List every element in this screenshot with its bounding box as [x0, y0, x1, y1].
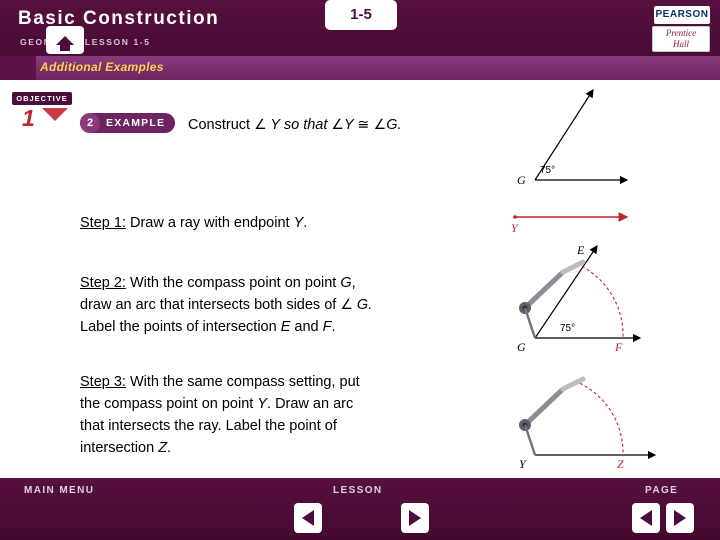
step-3-line-1: Step 3: With the same compass setting, p… [80, 371, 360, 393]
chevron-right-icon [409, 510, 421, 526]
step-1-body-a: Draw a ray with endpoint [125, 215, 294, 231]
angle-symbol-icon-3: ∠ [369, 117, 387, 133]
slide-footer: MAIN MENU LESSON PAGE [0, 478, 720, 540]
step-2-line-2: draw an arc that intersects both sides o… [80, 294, 372, 316]
chevron-right-icon-2 [674, 510, 686, 526]
angle-symbol-icon-4: ∠ [340, 297, 353, 313]
figure1-measure: 75° [540, 165, 555, 176]
objective-triangle-icon [42, 108, 68, 121]
step-3-text: Step 3: With the same compass setting, p… [80, 371, 360, 459]
lesson-label: LESSON [333, 485, 383, 496]
main-menu-label: MAIN MENU [24, 485, 95, 496]
figure3-point-e: E [576, 243, 585, 257]
step-2-and: and [290, 319, 323, 335]
figure-angle-g: G 75° [505, 84, 705, 194]
step-2-text: Step 2: With the compass point on point … [80, 272, 372, 338]
prompt-g: G. [386, 117, 402, 133]
step-2-body-2: draw an arc that intersects both sides o… [80, 297, 341, 313]
step-2-line-3: Label the points of intersection E and F… [80, 316, 372, 338]
objective-number: 1 [22, 105, 35, 131]
step-3-body-4: intersection [80, 440, 159, 456]
additional-examples-banner: Additional Examples [0, 56, 720, 80]
lesson-previous-button[interactable] [294, 503, 322, 533]
figure1-vertex-label: G [517, 173, 526, 187]
figure4-point-z: Z [617, 457, 624, 471]
objective-label: OBJECTIVE [12, 92, 72, 105]
step-3-line-4: intersection Z. [80, 437, 360, 459]
angle-symbol-icon-1: ∠ [254, 117, 267, 133]
home-icon [56, 35, 74, 51]
step-1-label: Step 1: [80, 215, 126, 231]
prentice-hall-logo: Prentice Hall [652, 26, 710, 52]
angle-symbol-icon-2: ∠ [331, 117, 344, 133]
congruent-symbol-icon: ≅ [357, 117, 370, 133]
step-3-point-y: Y [257, 396, 268, 412]
lesson-subtitle: GEOMETRY LESSON 1-5 [20, 37, 151, 47]
lesson-next-button[interactable] [401, 503, 429, 533]
step-1-body-c: . [303, 215, 308, 231]
step-2-point-f: F [322, 319, 332, 335]
figure2-endpoint-label: Y [511, 221, 519, 235]
step-3-body-4-end: . [167, 440, 172, 456]
prentice-hall-line1: Prentice [665, 28, 697, 38]
lesson-number-display[interactable]: 1-5 [325, 0, 397, 30]
prentice-hall-line2: Hall [672, 39, 689, 49]
prompt-pre: Construct [188, 117, 255, 133]
compass-icon-2 [519, 376, 586, 456]
figure3-measure: 75° [560, 323, 575, 334]
page-label: PAGE [645, 485, 679, 496]
page-previous-button[interactable] [632, 503, 660, 533]
chevron-left-icon [302, 510, 314, 526]
step-2-body-3: Label the points of intersection [80, 319, 281, 335]
step-2-label: Step 2: [80, 275, 126, 291]
step-2-body-1-end: , [351, 275, 356, 291]
step-3-body-2-end: . Draw an arc [267, 396, 354, 412]
figure-compass-on-y: Y Z [505, 355, 715, 473]
example-number: 2 [80, 113, 100, 133]
page-next-button[interactable] [666, 503, 694, 533]
step-2-point-e: E [280, 319, 291, 335]
step-2-angle-g: G. [352, 297, 373, 313]
step-3-body-1: With the same compass setting, put [125, 374, 360, 390]
pearson-logo: PEARSON [654, 6, 710, 24]
banner-label: Additional Examples [40, 60, 164, 74]
step-3-label: Step 3: [80, 374, 126, 390]
figure4-vertex-label: Y [519, 457, 527, 471]
figure3-point-f: F [614, 340, 623, 354]
objective-badge: OBJECTIVE 1 [12, 92, 84, 134]
figure3-vertex-label: G [517, 340, 526, 354]
example-tag: 2 EXAMPLE [80, 113, 176, 133]
step-3-line-2: the compass point on point Y. Draw an ar… [80, 393, 360, 415]
step-3-body-2: the compass point on point [80, 396, 258, 412]
banner-left-strip [0, 56, 36, 80]
step-2-body-1: With the compass point on point [125, 275, 341, 291]
step-1-point-y: Y [293, 215, 304, 231]
chevron-left-icon-2 [640, 510, 652, 526]
prompt-y2: Y [343, 117, 358, 133]
example-word: EXAMPLE [106, 117, 166, 129]
prompt-y1: Y so that [266, 117, 332, 133]
step-1-text: Step 1: Draw a ray with endpoint Y. [80, 212, 307, 234]
slide: Basic Construction GEOMETRY LESSON 1-5 P… [0, 0, 720, 540]
main-menu-button[interactable] [46, 26, 84, 54]
step-3-body-3: that intersects the ray. Label the point… [80, 418, 337, 434]
step-2-body-3-end: . [331, 319, 336, 335]
step-3-point-z: Z [158, 440, 168, 456]
step-2-point-g: G [340, 275, 352, 291]
figure-compass-on-g: G 75° E F [505, 238, 715, 356]
step-2-line-1: Step 2: With the compass point on point … [80, 272, 372, 294]
step-3-line-3: that intersects the ray. Label the point… [80, 415, 360, 437]
construct-prompt: Construct ∠ Y so that ∠Y ≅ ∠G. [188, 117, 402, 133]
